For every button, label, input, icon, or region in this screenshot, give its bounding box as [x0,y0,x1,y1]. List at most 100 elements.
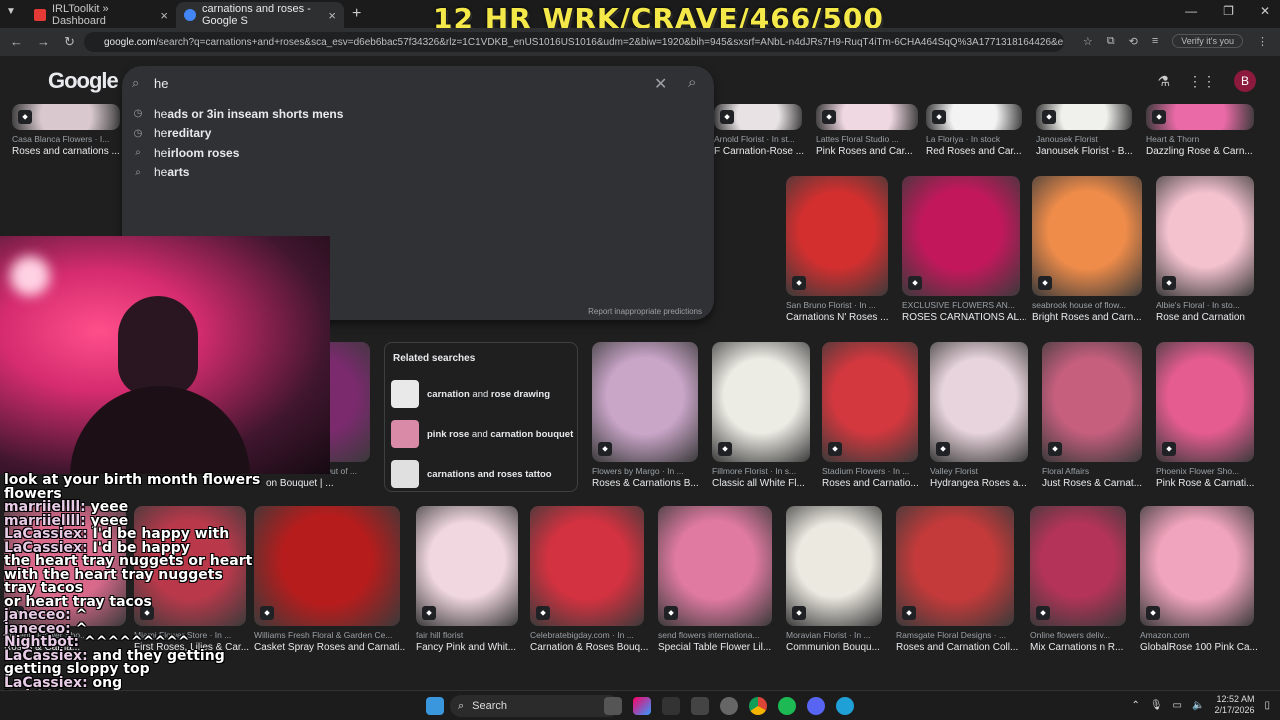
minimize-icon[interactable]: — [1185,4,1197,18]
image-result[interactable]: ⬥ [530,506,644,626]
result-caption[interactable]: Amazon.com GlobalRose 100 Pink Ca... [1140,630,1260,653]
avatar[interactable]: B [1234,70,1256,92]
image-result[interactable]: ⬥ [816,104,918,130]
reload-icon[interactable]: ↻ [64,34,75,50]
media-icon[interactable]: ≡ [1152,35,1158,47]
tab-list-icon[interactable]: ▼ [6,6,16,17]
tab-irltoolkit[interactable]: IRLToolkit » Dashboard × [26,2,176,28]
related-item[interactable]: carnation and rose drawing [391,379,550,409]
result-title: Special Table Flower Lil... [658,642,772,653]
steam-icon[interactable] [720,697,738,715]
image-result[interactable]: ⬥ [1140,506,1254,626]
related-item[interactable]: pink rose and carnation bouquet [391,419,573,449]
result-caption[interactable]: Online flowers deliv... Mix Carnations n … [1030,630,1132,653]
image-result[interactable]: ⬥ [1030,506,1126,626]
maximize-icon[interactable]: ❐ [1223,4,1234,18]
result-caption[interactable]: send flowers internationa... Special Tabl… [658,630,778,653]
image-result[interactable]: ⬥ [926,104,1022,130]
epic-games-icon[interactable] [662,697,680,715]
result-caption[interactable]: Janousek Florist Janousek Florist - B... [1036,134,1138,157]
verify-button[interactable]: Verify it's you [1172,34,1243,48]
report-predictions-link[interactable]: Report inappropriate predictions [588,307,702,316]
windows-start-icon[interactable] [426,697,444,715]
streamer-head [118,296,198,396]
result-caption[interactable]: Floral Affairs Just Roses & Carnat... [1042,466,1148,489]
spotify-icon[interactable] [778,697,796,715]
result-caption[interactable]: fair hill florist Fancy Pink and Whit... [416,630,524,653]
google-logo[interactable]: Google [48,68,119,94]
new-tab-icon[interactable]: + [352,5,361,23]
related-item[interactable]: carnations and roses tattoo [391,459,552,489]
apps-icon[interactable]: ⋮⋮ [1188,73,1216,90]
image-result[interactable]: ⬥ [1156,176,1254,296]
result-caption[interactable]: EXCLUSIVE FLOWERS AN... ROSES CARNATIONS … [902,300,1026,323]
notification-icon[interactable]: ▯ [1264,700,1270,711]
suggestion-item[interactable]: ⌕ heirloom roses [132,143,692,163]
back-icon[interactable]: ← [10,34,23,50]
image-result[interactable]: ⬥ [1042,342,1142,462]
result-caption[interactable]: Arnold Florist · In st... F Carnation-Ros… [714,134,808,157]
image-result[interactable]: ⬥ [786,506,882,626]
suggestion-item[interactable]: ⌕ hearts [132,163,692,183]
light-glow [10,256,50,296]
volume-icon[interactable]: 🔈 [1192,700,1204,711]
result-caption[interactable]: San Bruno Florist · In ... Carnations N' … [786,300,894,323]
result-caption[interactable]: Phoenix Flower Sho... Pink Rose & Carnati… [1156,466,1260,489]
window-close-icon[interactable]: ✕ [1260,4,1270,18]
news-icon[interactable] [691,697,709,715]
result-caption[interactable]: Moravian Florist · In ... Communion Bouqu… [786,630,888,653]
result-caption[interactable]: Valley Florist Hydrangea Roses a... [930,466,1034,489]
image-result[interactable]: ⬥ [714,104,802,130]
image-result[interactable]: ⬥ [896,506,1014,626]
result-caption[interactable]: Heart & Thorn Dazzling Rose & Carn... [1146,134,1260,157]
network-icon[interactable]: ▭ [1173,700,1182,711]
image-result[interactable]: ⬥ [1146,104,1254,130]
microphone-icon[interactable]: 🎙 [1150,700,1163,711]
image-result[interactable]: ⬥ [12,104,120,130]
result-caption[interactable]: La Floriya · In stock Red Roses and Car..… [926,134,1028,157]
image-result[interactable]: ⬥ [658,506,772,626]
clear-icon[interactable]: ✕ [654,74,667,94]
image-result[interactable]: ⬥ [416,506,518,626]
image-result[interactable]: ⬥ [1032,176,1142,296]
result-caption[interactable]: Fillmore Florist · In s... Classic all Wh… [712,466,816,489]
close-icon[interactable]: × [160,8,168,23]
taskbar-search[interactable]: ⌕ Search [450,695,620,717]
result-caption[interactable]: Casa Blanca Flowers · I... Roses and carn… [12,134,126,157]
file-explorer-icon[interactable] [604,697,622,715]
star-icon[interactable]: ☆ [1083,35,1093,48]
extensions-icon[interactable]: ⧉ [1107,35,1115,48]
result-caption[interactable]: Albie's Floral · In sto... Rose and Carna… [1156,300,1260,323]
chevron-up-icon[interactable]: ⌃ [1131,700,1139,711]
suggestion-item[interactable]: ◷ heads or 3in inseam shorts mens [132,104,692,124]
result-caption[interactable]: Celebratebigday.com · In ... Carnation & … [530,630,650,653]
close-icon[interactable]: × [328,8,336,23]
image-result[interactable]: ⬥ [712,342,810,462]
image-result[interactable]: ⬥ [786,176,888,296]
chrome-icon[interactable] [749,697,767,715]
result-caption[interactable]: Stadium Flowers · In ... Roses and Carnat… [822,466,924,489]
discord-icon[interactable] [807,697,825,715]
labs-icon[interactable]: ⚗ [1157,73,1170,90]
result-caption[interactable]: Ramsgate Floral Designs · ... Roses and C… [896,630,1020,653]
url-field[interactable]: google.com/search?q=carnations+and+roses… [84,32,1064,52]
image-result[interactable]: ⬥ [930,342,1028,462]
image-result[interactable]: ⬥ [902,176,1020,296]
copilot-icon[interactable] [633,697,651,715]
image-result[interactable]: ⬥ [822,342,918,462]
image-result[interactable]: ⬥ [592,342,698,462]
menu-icon[interactable]: ⋮ [1257,35,1268,48]
result-caption[interactable]: Lattes Floral Studio ... Pink Roses and C… [816,134,924,157]
search-submit-icon[interactable]: ⌕ [688,74,696,91]
tab-google-search[interactable]: carnations and roses - Google S × [176,2,344,28]
clock[interactable]: 12:52 AM 2/17/2026 [1214,694,1254,716]
result-caption[interactable]: Flowers by Margo · In ... Roses & Carnati… [592,466,704,489]
forward-icon[interactable]: → [37,34,50,50]
edge-icon[interactable] [836,697,854,715]
search-input[interactable]: he [154,76,168,91]
image-result[interactable]: ⬥ [1156,342,1254,462]
result-caption[interactable]: seabrook house of flow... Bright Roses an… [1032,300,1148,323]
suggestion-item[interactable]: ◷ hereditary [132,124,692,144]
image-result[interactable]: ⬥ [1036,104,1132,130]
history-icon[interactable]: ⟲ [1129,35,1138,48]
